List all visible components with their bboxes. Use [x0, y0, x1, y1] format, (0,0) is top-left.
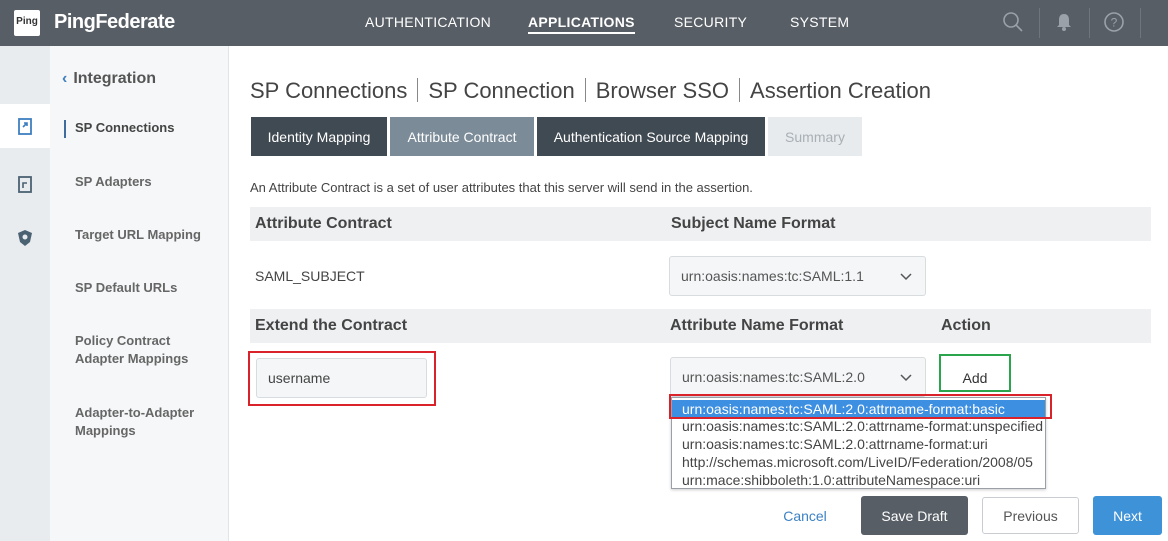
column-header: Attribute Name Format: [670, 317, 844, 334]
tab-authentication-source-mapping[interactable]: Authentication Source Mapping: [537, 117, 765, 156]
subject-name-format-select[interactable]: urn:oasis:names:tc:SAML:1.1: [669, 256, 926, 296]
breadcrumb-item[interactable]: SP Connections: [250, 78, 407, 103]
ping-logo: Ping: [14, 10, 40, 36]
select-value: urn:oasis:names:tc:SAML:2.0: [682, 369, 865, 385]
tab-identity-mapping[interactable]: Identity Mapping: [251, 117, 387, 156]
chevron-left-icon: ‹: [62, 70, 68, 87]
nav-applications[interactable]: APPLICATIONS: [528, 14, 635, 34]
tab-summary: Summary: [768, 117, 862, 156]
active-indicator: [64, 120, 66, 138]
help-icon[interactable]: ?: [1103, 11, 1125, 33]
sidebar: ‹ Integration SP Connections SP Adapters …: [50, 46, 229, 541]
tab-attribute-contract[interactable]: Attribute Contract: [390, 117, 534, 156]
dropdown-option[interactable]: http://schemas.microsoft.com/LiveID/Fede…: [672, 453, 1045, 471]
breadcrumb-item[interactable]: SP Connection: [428, 78, 574, 103]
highlight-box: [248, 351, 436, 406]
sidebar-item-sp-adapters[interactable]: SP Adapters: [75, 173, 225, 191]
nav-authentication[interactable]: AUTHENTICATION: [365, 14, 491, 30]
nav-security[interactable]: SECURITY: [674, 14, 747, 30]
highlight-box: [939, 354, 1011, 392]
svg-text:?: ?: [1111, 16, 1118, 30]
bell-icon[interactable]: [1053, 11, 1075, 33]
sidebar-item-sp-connections[interactable]: SP Connections: [75, 119, 225, 137]
sidebar-item-adapter-to-adapter-mappings[interactable]: Adapter-to-Adapter Mappings: [75, 404, 205, 440]
save-draft-button[interactable]: Save Draft: [861, 496, 968, 535]
rail-documents[interactable]: [0, 162, 50, 206]
intro-text: An Attribute Contract is a set of user a…: [250, 180, 753, 195]
breadcrumb: SP Connections SP Connection Browser SSO As…: [250, 78, 931, 104]
sidebar-item-sp-default-urls[interactable]: SP Default URLs: [75, 279, 225, 297]
nav-divider: [1089, 8, 1090, 38]
cancel-button[interactable]: Cancel: [770, 496, 840, 535]
column-header: Subject Name Format: [671, 215, 836, 232]
dropdown-option[interactable]: urn:oasis:names:tc:SAML:2.0:attrname-for…: [672, 417, 1045, 435]
next-button[interactable]: Next: [1093, 496, 1162, 535]
chevron-down-icon: [900, 374, 912, 382]
sidebar-item-policy-contract-adapter-mappings[interactable]: Policy Contract Adapter Mappings: [75, 332, 205, 368]
attribute-name: SAML_SUBJECT: [255, 268, 365, 284]
top-nav-bar: Ping PingFederate AUTHENTICATION APPLICA…: [0, 0, 1168, 46]
rail-applications[interactable]: [0, 104, 50, 148]
sidebar-back[interactable]: ‹ Integration: [62, 70, 156, 88]
brand-name: PingFederate: [54, 11, 175, 33]
nav-system[interactable]: SYSTEM: [790, 14, 849, 30]
connection-icon: [18, 118, 32, 135]
previous-button[interactable]: Previous: [982, 497, 1079, 534]
sidebar-back-label: Integration: [73, 70, 156, 87]
attribute-name-format-select[interactable]: urn:oasis:names:tc:SAML:2.0: [670, 357, 926, 397]
sidebar-item-target-url-mapping[interactable]: Target URL Mapping: [75, 226, 225, 244]
column-header: Action: [941, 317, 991, 334]
nav-divider: [1140, 8, 1141, 38]
dropdown-option[interactable]: urn:oasis:names:tc:SAML:2.0:attrname-for…: [672, 435, 1045, 453]
select-value: urn:oasis:names:tc:SAML:1.1: [681, 268, 864, 284]
icon-rail: [0, 46, 50, 541]
highlight-box: [669, 394, 1052, 419]
shield-icon: [18, 230, 32, 246]
column-header: Attribute Contract: [255, 215, 392, 232]
dropdown-option[interactable]: urn:mace:shibboleth:1.0:attributeNamespa…: [672, 471, 1045, 489]
chevron-down-icon: [900, 273, 912, 281]
breadcrumb-item: Assertion Creation: [750, 78, 931, 103]
search-icon[interactable]: [1002, 11, 1024, 33]
column-header: Extend the Contract: [255, 317, 408, 334]
nav-divider: [1039, 8, 1040, 38]
document-icon: [18, 176, 32, 193]
breadcrumb-item[interactable]: Browser SSO: [596, 78, 729, 103]
rail-shield[interactable]: [0, 216, 50, 260]
